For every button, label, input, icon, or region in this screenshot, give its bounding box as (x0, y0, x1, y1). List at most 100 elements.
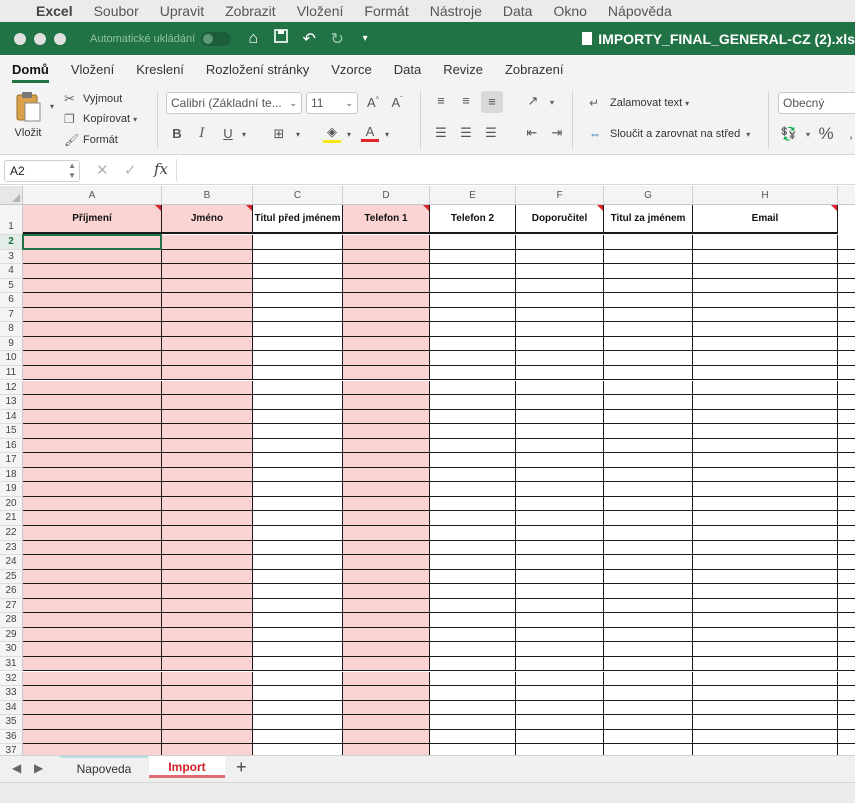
cell[interactable] (604, 700, 693, 716)
cell[interactable] (23, 526, 162, 541)
row-header-13[interactable]: 13 (0, 395, 23, 410)
cell[interactable] (253, 235, 343, 250)
cell[interactable] (604, 365, 693, 381)
merge-dropdown-icon[interactable]: ▾ (746, 130, 750, 139)
row-header-20[interactable]: 20 (0, 496, 23, 512)
cell[interactable] (343, 336, 430, 352)
cell[interactable] (343, 627, 430, 643)
cell[interactable] (516, 424, 604, 439)
row-header-3[interactable]: 3 (0, 249, 23, 265)
next-sheet-icon[interactable]: ▶ (34, 761, 43, 775)
merge-center-button[interactable]: ⇔ Sloučit a zarovnat na střed ▾ (589, 127, 750, 141)
tab-domu[interactable]: Domů (12, 55, 49, 85)
cell[interactable] (838, 235, 855, 250)
cell[interactable] (693, 395, 838, 410)
cell[interactable] (253, 293, 343, 308)
cell[interactable] (838, 322, 855, 337)
sheet-tab-import[interactable]: Import (149, 756, 225, 778)
cell[interactable] (253, 351, 343, 366)
cell[interactable] (23, 496, 162, 512)
row-header-6[interactable]: 6 (0, 293, 23, 308)
cell[interactable] (23, 555, 162, 570)
cell[interactable] (343, 555, 430, 570)
cell[interactable] (253, 627, 343, 643)
row-header-1[interactable]: 1 (0, 205, 23, 235)
cell[interactable] (604, 293, 693, 308)
cell[interactable] (838, 351, 855, 366)
cell[interactable] (162, 482, 253, 497)
cell[interactable] (253, 409, 343, 425)
cell[interactable] (162, 380, 253, 396)
cell[interactable] (693, 380, 838, 396)
cell[interactable] (516, 700, 604, 716)
cell[interactable] (253, 569, 343, 585)
cell[interactable] (430, 278, 516, 294)
cell[interactable] (430, 744, 516, 755)
cell[interactable] (838, 730, 855, 745)
cell[interactable] (162, 293, 253, 308)
cell[interactable] (430, 584, 516, 599)
cell[interactable] (516, 482, 604, 497)
column-header-a[interactable]: A (23, 186, 162, 205)
cell[interactable] (516, 540, 604, 556)
cell[interactable] (253, 526, 343, 541)
cell[interactable] (253, 584, 343, 599)
cell[interactable] (162, 540, 253, 556)
cell[interactable] (604, 729, 693, 745)
cell[interactable] (693, 482, 838, 497)
cell[interactable] (343, 424, 430, 439)
cell[interactable] (604, 598, 693, 614)
cell[interactable] (693, 569, 838, 585)
cell[interactable] (162, 700, 253, 716)
align-middle-icon[interactable]: ≡ (457, 93, 475, 108)
cell[interactable] (343, 496, 430, 512)
tab-zobrazeni[interactable]: Zobrazení (505, 55, 564, 85)
cell[interactable] (516, 249, 604, 265)
cell[interactable] (253, 613, 343, 628)
cell[interactable] (253, 598, 343, 614)
cell[interactable] (430, 424, 516, 439)
cell[interactable] (693, 278, 838, 294)
cell[interactable] (23, 467, 162, 483)
header-cell-a[interactable]: Příjmení (23, 205, 162, 234)
cell[interactable] (23, 424, 162, 439)
save-icon[interactable] (273, 29, 289, 48)
cell[interactable] (162, 438, 253, 454)
cell[interactable] (162, 555, 253, 570)
cell[interactable] (23, 322, 162, 337)
cell[interactable] (253, 249, 343, 265)
copy-dropdown-icon[interactable]: ▾ (133, 115, 137, 124)
cell[interactable] (23, 380, 162, 396)
row-header-34[interactable]: 34 (0, 700, 23, 716)
undo-icon[interactable]: ↶ (301, 29, 317, 49)
header-cell-e[interactable]: Telefon 2 (430, 205, 516, 234)
cell[interactable] (838, 308, 855, 323)
cell[interactable] (693, 613, 838, 628)
cell[interactable] (430, 307, 516, 323)
cell[interactable] (838, 424, 855, 439)
decrease-font-icon[interactable]: Aˇ (388, 95, 406, 110)
cell[interactable] (693, 656, 838, 672)
cell[interactable] (693, 322, 838, 337)
cell[interactable] (838, 482, 855, 497)
row-header-10[interactable]: 10 (0, 351, 23, 366)
cell[interactable] (162, 424, 253, 439)
cell[interactable] (162, 715, 253, 730)
align-bottom-icon[interactable]: ≡ (481, 91, 503, 113)
tab-kresleni[interactable]: Kreslení (136, 55, 184, 85)
cell[interactable] (604, 511, 693, 526)
cell[interactable] (430, 380, 516, 396)
cell[interactable] (516, 336, 604, 352)
paste-dropdown-icon[interactable]: ▾ (50, 102, 54, 111)
cell[interactable] (693, 555, 838, 570)
cell[interactable] (343, 511, 430, 526)
cancel-formula-icon[interactable]: ✕ (96, 161, 109, 179)
cell[interactable] (23, 438, 162, 454)
cell[interactable] (253, 453, 343, 468)
cell[interactable] (343, 671, 430, 687)
cell[interactable] (343, 467, 430, 483)
cell[interactable] (838, 541, 855, 556)
cell[interactable] (604, 744, 693, 755)
cell[interactable] (604, 642, 693, 657)
cell[interactable] (253, 322, 343, 337)
